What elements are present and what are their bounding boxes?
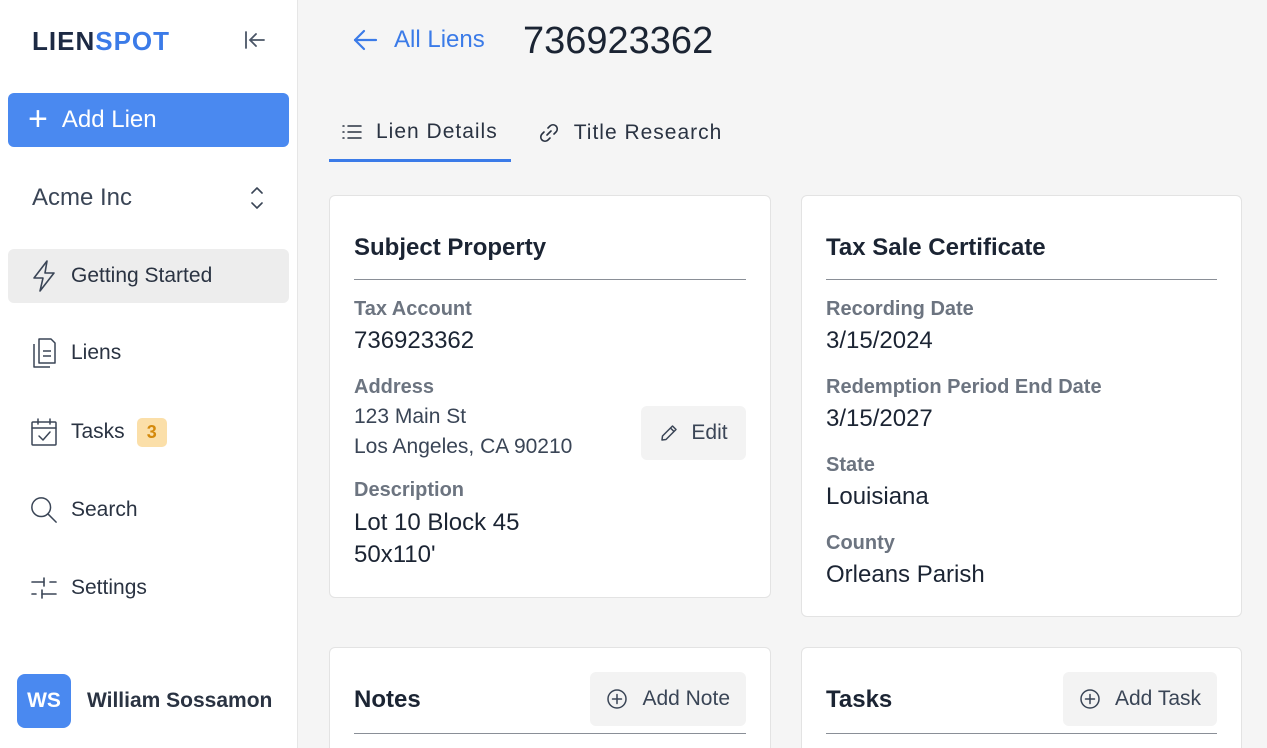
plus-icon: +: [28, 99, 48, 138]
tax-account-value: 736923362: [354, 327, 475, 354]
sliders-icon: [30, 571, 58, 605]
tasks-count-badge: 3: [136, 417, 167, 447]
collapse-sidebar-button[interactable]: [240, 28, 268, 52]
description-line-2: 50x110': [354, 541, 436, 568]
tasks-card: Tasks Add Task: [801, 647, 1242, 748]
card-divider: [826, 733, 1217, 734]
sidebar-item-label: Getting Started: [71, 264, 213, 287]
tax-account-label: Tax Account: [354, 298, 472, 320]
sidebar: LIENSPOT + Add Lien Acme Inc Getting Sta…: [0, 0, 298, 748]
card-divider: [354, 733, 746, 734]
state-value: Louisiana: [826, 483, 929, 510]
description-label: Description: [354, 479, 465, 501]
description-line-1: Lot 10 Block 45: [354, 509, 520, 536]
add-task-label: Add Task: [1115, 687, 1201, 710]
sidebar-item-settings[interactable]: Settings: [8, 561, 289, 615]
recording-date-label: Recording Date: [826, 298, 974, 320]
back-to-all-liens-link[interactable]: All Liens: [352, 26, 485, 54]
avatar: WS: [17, 674, 71, 728]
tab-lien-details[interactable]: Lien Details: [329, 104, 511, 162]
notes-card: Notes Add Note: [329, 647, 771, 748]
card-title: Subject Property: [354, 234, 547, 261]
sidebar-item-liens[interactable]: Liens: [8, 326, 289, 380]
tab-label: Lien Details: [376, 119, 498, 143]
card-title: Tasks: [826, 686, 893, 713]
card-divider: [354, 279, 746, 280]
county-label: County: [826, 532, 895, 554]
arrow-left-icon: [353, 29, 378, 51]
logo-text-spot: SPOT: [95, 26, 171, 56]
card-title: Notes: [354, 686, 421, 713]
user-profile[interactable]: WS William Sossamon: [17, 674, 272, 728]
logo-text-lien: LIEN: [32, 26, 96, 56]
link-icon: [539, 123, 558, 143]
add-lien-button[interactable]: + Add Lien: [8, 93, 289, 147]
lightning-icon: [30, 259, 58, 293]
edit-property-button[interactable]: Edit: [641, 406, 746, 460]
sidebar-item-label: Liens: [71, 341, 122, 364]
chevron-up-down-icon: [250, 184, 264, 212]
sidebar-item-tasks[interactable]: Tasks 3: [8, 405, 289, 459]
add-task-button[interactable]: Add Task: [1063, 672, 1217, 726]
organization-name: Acme Inc: [32, 184, 133, 211]
collapse-left-icon: [245, 31, 265, 49]
plus-circle-icon: [1080, 689, 1100, 709]
list-icon: [342, 124, 362, 139]
card-divider: [826, 279, 1217, 280]
address-line-2: Los Angeles, CA 90210: [354, 435, 573, 458]
user-name: William Sossamon: [87, 689, 273, 712]
page-title: 736923362: [523, 20, 714, 62]
add-note-button[interactable]: Add Note: [590, 672, 746, 726]
tab-bar: Lien Details Title Research: [329, 104, 735, 166]
plus-circle-icon: [607, 689, 628, 709]
pencil-icon: [661, 425, 678, 441]
address-label: Address: [354, 376, 435, 398]
card-title: Tax Sale Certificate: [826, 234, 1046, 261]
sidebar-item-search[interactable]: Search: [8, 483, 289, 537]
tab-label: Title Research: [573, 121, 723, 144]
tab-title-research[interactable]: Title Research: [525, 104, 736, 162]
redemption-end-date-label: Redemption Period End Date: [826, 376, 1102, 398]
back-link-label: All Liens: [394, 26, 485, 53]
tax-sale-certificate-card: Tax Sale Certificate Recording Date 3/15…: [801, 195, 1242, 617]
address-line-1: 123 Main St: [354, 405, 467, 428]
add-lien-label: Add Lien: [61, 106, 157, 133]
sidebar-item-label: Search: [71, 498, 138, 521]
search-icon: [30, 493, 58, 527]
organization-select[interactable]: Acme Inc: [32, 180, 264, 216]
sidebar-item-getting-started[interactable]: Getting Started: [8, 249, 289, 303]
recording-date-value: 3/15/2024: [826, 327, 933, 354]
document-icon: [30, 336, 58, 370]
calendar-check-icon: [30, 415, 58, 449]
subject-property-card: Subject Property Tax Account 736923362 A…: [329, 195, 771, 598]
sidebar-item-label: Tasks: [71, 420, 125, 443]
redemption-end-date-value: 3/15/2027: [826, 405, 933, 432]
edit-label: Edit: [691, 421, 728, 444]
sidebar-item-label: Settings: [71, 576, 147, 599]
state-label: State: [826, 454, 875, 476]
app-logo[interactable]: LIENSPOT: [32, 26, 170, 57]
county-value: Orleans Parish: [826, 561, 985, 588]
add-note-label: Add Note: [642, 687, 730, 710]
